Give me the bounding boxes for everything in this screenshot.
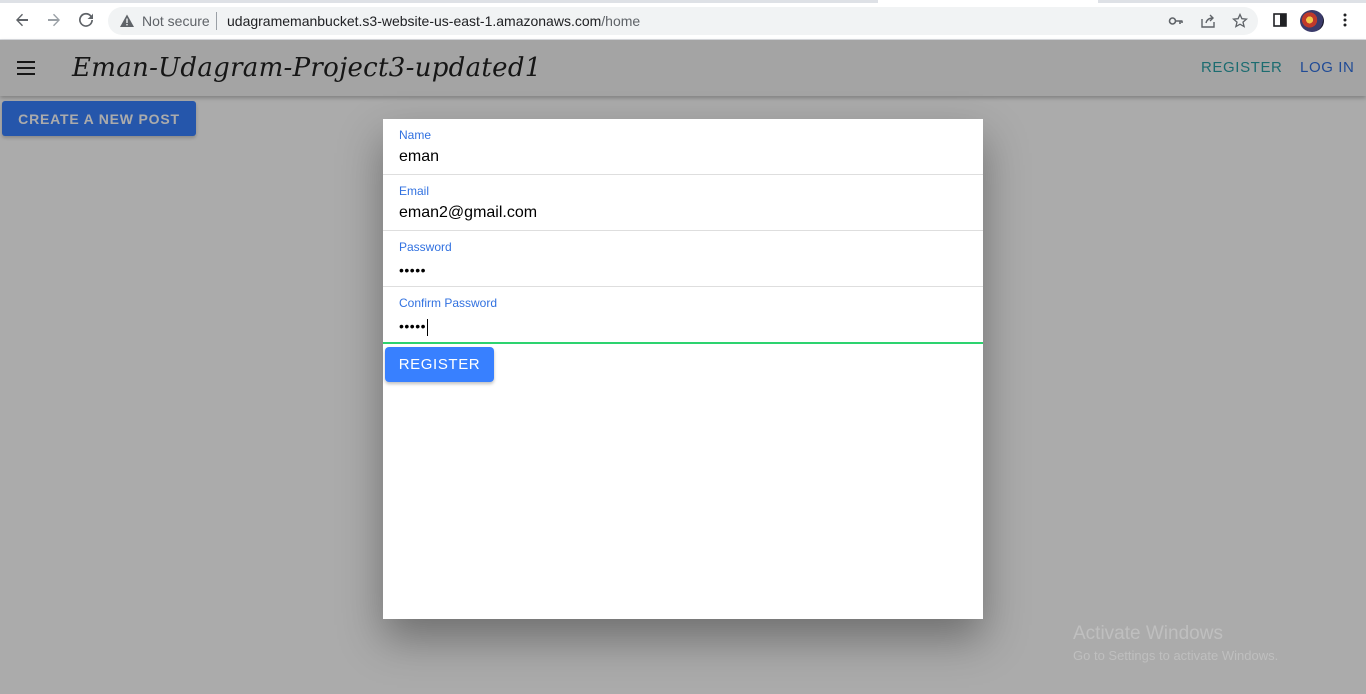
confirm-password-label: Confirm Password [399,296,498,310]
side-panel-icon[interactable] [1270,10,1290,30]
active-tab[interactable] [878,0,1098,3]
register-submit-button[interactable]: REGISTER [385,347,494,382]
confirm-password-field[interactable]: Confirm Password ••••• [383,287,983,344]
confirm-password-input[interactable]: ••••• [399,316,429,336]
key-icon[interactable] [1166,11,1186,31]
name-input[interactable]: eman [399,147,439,167]
email-field[interactable]: Email eman2@gmail.com [383,175,983,231]
back-arrow-icon[interactable] [11,9,33,31]
name-label: Name [399,128,432,142]
tab-strip [0,0,1366,3]
url-text[interactable]: udagramemanbucket.s3-website-us-east-1.a… [227,13,640,29]
password-label: Password [399,240,452,254]
email-input[interactable]: eman2@gmail.com [399,203,537,223]
address-bar[interactable]: Not secure udagramemanbucket.s3-website-… [108,7,1258,35]
url-path: /home [601,13,641,29]
name-field[interactable]: Name eman [383,119,983,175]
windows-activation-watermark: Activate Windows Go to Settings to activ… [1073,623,1278,664]
browser-toolbar: Not secure udagramemanbucket.s3-website-… [0,0,1366,40]
confirm-password-value: ••••• [399,318,427,334]
text-caret [427,318,429,336]
warning-icon[interactable] [119,13,135,29]
app-page: Eman-Udagram-Project3-updated1 REGISTER … [0,40,1366,694]
email-label: Email [399,184,430,198]
password-input[interactable]: ••••• [399,260,426,280]
reload-icon[interactable] [75,9,97,31]
address-separator [216,12,217,30]
profile-avatar[interactable] [1300,10,1324,32]
url-host: udagramemanbucket.s3-website-us-east-1.a… [227,13,602,29]
forward-arrow-icon[interactable] [43,9,65,31]
share-icon[interactable] [1198,11,1218,31]
more-vertical-icon[interactable] [1335,10,1355,30]
star-icon[interactable] [1230,11,1250,31]
watermark-title: Activate Windows [1073,623,1223,644]
security-status[interactable]: Not secure [142,13,210,29]
register-modal: Name eman Email eman2@gmail.com Password… [383,119,983,619]
watermark-subtitle: Go to Settings to activate Windows. [1073,648,1279,663]
password-field[interactable]: Password ••••• [383,231,983,287]
